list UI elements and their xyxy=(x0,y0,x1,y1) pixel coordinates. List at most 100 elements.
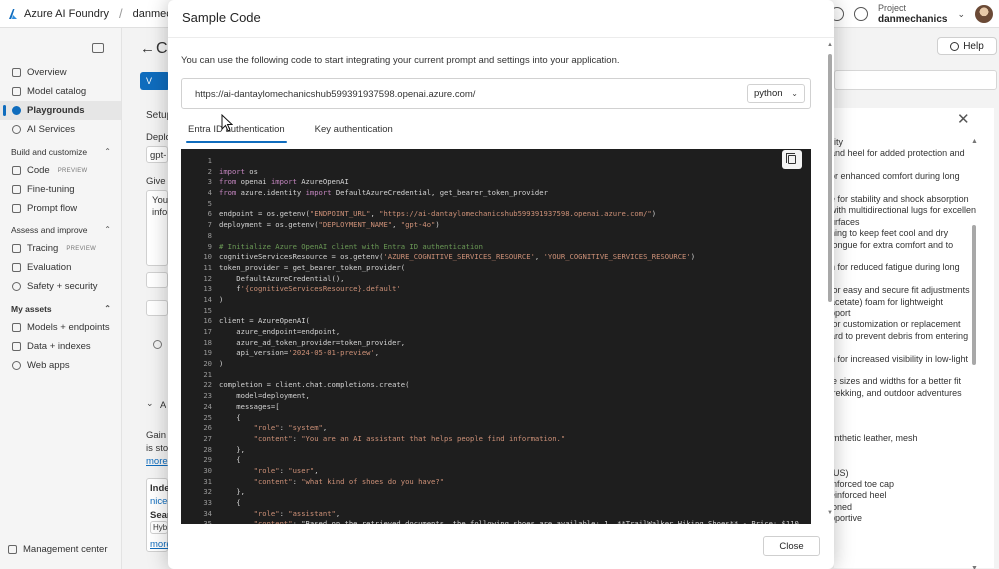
management-center-link[interactable]: Management center xyxy=(8,544,108,555)
overview-icon xyxy=(12,68,21,77)
sidebar-item-ai-services[interactable]: AI Services xyxy=(0,120,121,139)
brand-label: Azure AI Foundry xyxy=(24,7,109,20)
chevron-down-icon[interactable]: ⌄ xyxy=(146,398,154,409)
close-icon[interactable]: ✕ xyxy=(957,110,970,128)
code-text: DefaultAzureCredential(), xyxy=(219,273,345,283)
sidebar-item-web-apps[interactable]: Web apps xyxy=(0,356,121,375)
project-label: Project xyxy=(877,3,906,13)
line-number: 27 xyxy=(203,433,212,443)
sidebar-item-fine-tuning[interactable]: Fine-tuning xyxy=(0,180,121,199)
dialog-title: Sample Code xyxy=(182,10,261,25)
code-text: "content": "what kind of shoes do you ha… xyxy=(253,476,445,486)
chevron-down-icon[interactable]: ⌄ xyxy=(957,9,965,20)
sample-code-dialog: Sample Code You can use the following co… xyxy=(168,0,834,569)
code-line: 11 token_provider = get_bearer_token_prov… xyxy=(181,263,811,274)
management-label: Management center xyxy=(23,544,108,555)
code-line: 14) xyxy=(181,295,811,306)
project-name: danmechanics xyxy=(877,14,948,25)
sidebar-item-model-catalog[interactable]: Model catalog xyxy=(0,82,121,101)
learn-more-link[interactable]: more xyxy=(146,456,168,467)
section-assets[interactable]: My assets ⌃ xyxy=(11,304,111,314)
code-text: "role": "user", xyxy=(253,465,319,475)
sidebar-item-label: Safety + security xyxy=(27,281,98,292)
tab-key-authentication[interactable]: Key authentication xyxy=(309,121,399,143)
code-line: 21 xyxy=(181,370,811,381)
line-number: 22 xyxy=(203,380,212,390)
copy-button[interactable] xyxy=(782,150,802,169)
close-button[interactable]: Close xyxy=(763,536,820,556)
panel-scrollbar[interactable]: ▲ ▼ xyxy=(971,138,978,569)
auth-tabs: Entra ID authentication Key authenticati… xyxy=(182,121,399,143)
code-text: ) xyxy=(219,359,224,369)
code-line: 9 # Initialize Azure OpenAI client with E… xyxy=(181,242,811,253)
brand[interactable]: Azure AI Foundry xyxy=(0,8,109,20)
section-label: My assets xyxy=(11,304,52,314)
response-line: (US) xyxy=(830,467,849,478)
scrollbar-thumb[interactable] xyxy=(828,54,832,302)
code-line: 18 azure_ad_token_provider=token_provide… xyxy=(181,338,811,349)
avatar[interactable] xyxy=(975,5,993,23)
back-arrow-icon[interactable]: ← xyxy=(140,40,155,57)
line-number: 15 xyxy=(203,305,212,315)
line-number: 33 xyxy=(203,498,212,507)
line-number: 18 xyxy=(203,337,212,347)
variables-box[interactable] xyxy=(146,300,168,316)
sidebar-item-models-endpoints[interactable]: Models + endpoints xyxy=(0,318,121,337)
code-line: 4 from azure.identity import DefaultAzure… xyxy=(181,188,811,199)
line-number: 34 xyxy=(203,508,212,518)
section-label: Assess and improve xyxy=(11,225,88,235)
code-line: 17 azure_endpoint=endpoint, xyxy=(181,327,811,338)
add-section-button[interactable] xyxy=(146,272,168,288)
code-text: deployment = os.getenv("DEPLOYMENT_NAME"… xyxy=(219,220,440,230)
index-name-link[interactable]: nice- xyxy=(150,496,168,507)
sidebar-item-playgrounds[interactable]: Playgrounds xyxy=(0,101,121,120)
language-select[interactable]: python ⌄ xyxy=(747,84,805,103)
emoji-icon[interactable] xyxy=(853,7,868,21)
more-link[interactable]: more xyxy=(150,539,168,550)
dialog-scrollbar[interactable]: ▲ ▼ xyxy=(827,42,833,522)
chevron-down-icon: ⌄ xyxy=(791,89,798,98)
code-line: 26 "role": "system", xyxy=(181,423,811,434)
project-switcher[interactable]: Project danmechanics xyxy=(878,3,947,25)
scrollbar-thumb[interactable] xyxy=(972,225,976,365)
code-text: token_provider = get_bearer_token_provid… xyxy=(219,262,406,272)
scroll-up-icon[interactable]: ▲ xyxy=(827,42,833,48)
code-line: 13 f'{cognitiveServicesResource}.default… xyxy=(181,284,811,295)
sidebar-item-code[interactable]: Code PREVIEW xyxy=(0,161,121,180)
response-line: n for increased visibility in low-light xyxy=(830,353,969,364)
code-line: 27 "content": "You are an AI assistant t… xyxy=(181,434,811,445)
divider xyxy=(168,37,834,38)
preview-badge: PREVIEW xyxy=(66,245,97,252)
code-line: 35 "content": "Based on the retrieved do… xyxy=(181,519,811,524)
tab-entra-id[interactable]: Entra ID authentication xyxy=(182,121,291,143)
sidebar-item-safety[interactable]: Safety + security xyxy=(0,277,121,296)
section-assess[interactable]: Assess and improve ⌃ xyxy=(11,225,111,235)
sidebar-item-label: Models + endpoints xyxy=(27,322,110,333)
scroll-down-icon[interactable]: ▼ xyxy=(827,510,833,516)
code-text: azure_ad_token_provider=token_provider, xyxy=(219,337,406,347)
line-number: 21 xyxy=(203,369,212,379)
sidebar-item-tracing[interactable]: Tracing PREVIEW xyxy=(0,239,121,258)
line-number: 7 xyxy=(207,220,212,230)
sidebar-item-prompt-flow[interactable]: Prompt flow xyxy=(0,199,121,218)
scroll-up-icon[interactable]: ▲ xyxy=(971,138,978,145)
sidebar-item-data-indexes[interactable]: Data + indexes xyxy=(0,337,121,356)
system-text-2: infor xyxy=(152,207,168,218)
collapse-sidebar-icon[interactable] xyxy=(92,43,104,53)
sidebar-item-overview[interactable]: Overview xyxy=(0,63,121,82)
catalog-icon xyxy=(12,87,21,96)
code-icon xyxy=(12,166,21,175)
code-text: endpoint = os.getenv("ENDPOINT_URL", "ht… xyxy=(219,209,657,219)
code-line: 24 messages=[ xyxy=(181,402,811,413)
response-line: pport xyxy=(830,308,851,318)
deployment-value: gpt- xyxy=(150,150,166,161)
endpoint-url-field[interactable]: https://ai-dantaylomechanicshub599391937… xyxy=(181,78,811,109)
help-button[interactable]: Help xyxy=(937,37,997,55)
section-build[interactable]: Build and customize ⌃ xyxy=(11,147,111,157)
code-text: { xyxy=(219,412,241,422)
sidebar-item-evaluation[interactable]: Evaluation xyxy=(0,258,121,277)
scroll-down-icon[interactable]: ▼ xyxy=(971,565,978,569)
response-line: e for stability and shock absorption xyxy=(830,194,969,204)
view-code-button[interactable]: V xyxy=(140,72,170,90)
sidebar-item-label: Evaluation xyxy=(27,262,72,273)
